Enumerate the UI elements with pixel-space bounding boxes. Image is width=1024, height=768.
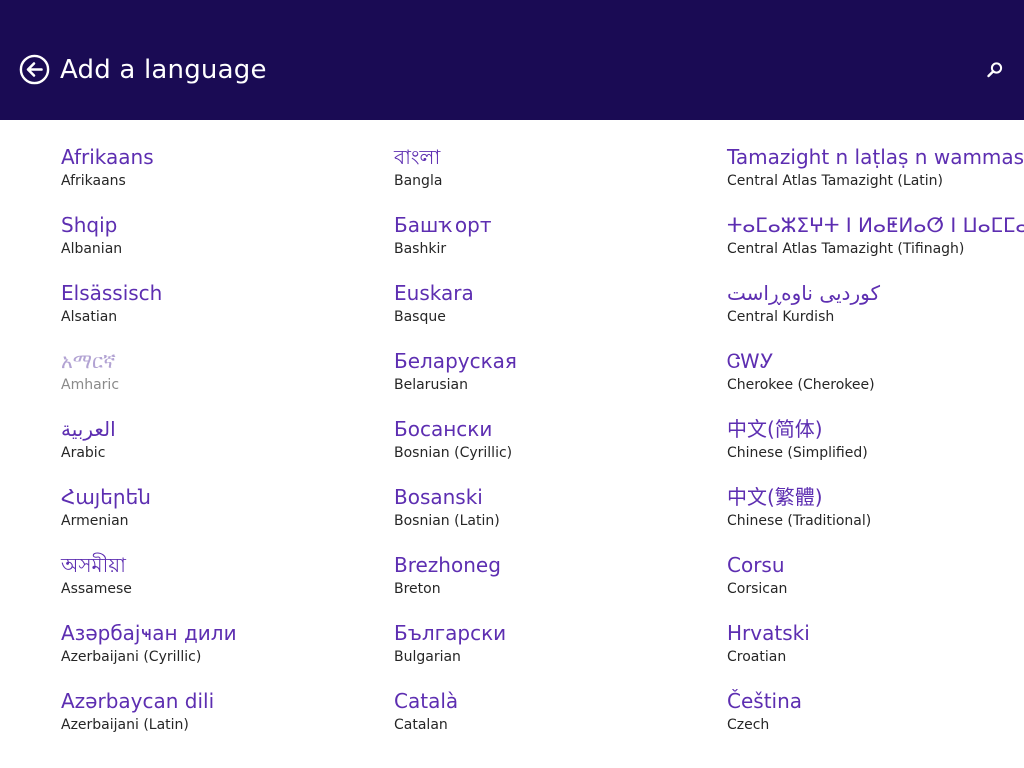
language-native-name: Български (394, 621, 507, 645)
page-title: Add a language (60, 55, 267, 85)
back-arrow-icon (19, 54, 50, 85)
language-item[interactable]: Elsässisch Alsatian (61, 280, 381, 348)
language-item[interactable]: Hrvatski Croatian (727, 620, 1024, 688)
language-english-name: Bangla (394, 173, 443, 189)
language-item[interactable]: ᏣᎳᎩ Cherokee (Cherokee) (727, 348, 1024, 416)
language-item[interactable]: کوردیی ناوەڕاست Central Kurdish (727, 280, 1024, 348)
language-english-name: Afrikaans (61, 173, 126, 189)
language-english-name: Czech (727, 717, 770, 733)
language-english-name: Basque (394, 309, 446, 325)
language-native-name: Башҡорт (394, 213, 492, 237)
language-item[interactable]: Corsu Corsican (727, 552, 1024, 620)
language-native-name: Hrvatski (727, 621, 810, 645)
language-native-name: Euskara (394, 281, 474, 305)
language-native-name: Босански (394, 417, 493, 441)
language-item[interactable]: 中文(简体) Chinese (Simplified) (727, 416, 1024, 484)
language-english-name: Arabic (61, 445, 106, 461)
language-native-name: বাংলা (394, 145, 441, 169)
language-english-name: Bosnian (Cyrillic) (394, 445, 513, 461)
language-native-name: Беларуская (394, 349, 517, 373)
language-item[interactable]: Башҡорт Bashkir (394, 212, 714, 280)
language-english-name: Bulgarian (394, 649, 461, 665)
language-item[interactable]: Brezhoneg Breton (394, 552, 714, 620)
language-native-name: Català (394, 689, 459, 713)
language-column-1: Afrikaans Afrikaans Shqip Albanian Elsässisc… (61, 144, 381, 756)
language-item[interactable]: 中文(繁體) Chinese (Traditional) (727, 484, 1024, 552)
language-english-name: Albanian (61, 241, 123, 257)
language-item: አማርኛ Amharic (61, 348, 381, 416)
language-english-name: Belarusian (394, 377, 468, 393)
language-english-name: Chinese (Simplified) (727, 445, 868, 461)
language-english-name: Catalan (394, 717, 448, 733)
language-item[interactable]: Tamazight n laṭlaṣ n wammas Central Atlas… (727, 144, 1024, 212)
language-native-name: অসমীয়া (61, 553, 126, 577)
language-native-name: Tamazight n laṭlaṣ n wammas (727, 145, 1024, 169)
search-icon (987, 62, 1003, 78)
language-english-name: Central Kurdish (727, 309, 835, 325)
language-item[interactable]: Беларуская Belarusian (394, 348, 714, 416)
language-item[interactable]: অসমীয়া Assamese (61, 552, 381, 620)
language-item[interactable]: বাংলা Bangla (394, 144, 714, 212)
language-native-name: العربية (61, 417, 116, 441)
language-native-name: አማርኛ (61, 349, 116, 373)
language-english-name: Chinese (Traditional) (727, 513, 872, 529)
language-english-name: Central Atlas Tamazight (Tifinagh) (727, 241, 965, 257)
language-item[interactable]: العربية Arabic (61, 416, 381, 484)
language-item[interactable]: Shqip Albanian (61, 212, 381, 280)
language-item[interactable]: Азәрбајҹан дили Azerbaijani (Cyrillic) (61, 620, 381, 688)
language-english-name: Corsican (727, 581, 788, 597)
language-native-name: 中文(繁體) (727, 485, 823, 509)
language-column-3: Tamazight n laṭlaṣ n wammas Central Atlas… (727, 144, 1024, 756)
language-item[interactable]: Čeština Czech (727, 688, 1024, 756)
language-item[interactable]: Հայերեն Armenian (61, 484, 381, 552)
language-native-name: Shqip (61, 213, 118, 237)
language-native-name: Afrikaans (61, 145, 154, 169)
language-english-name: Breton (394, 581, 441, 597)
language-english-name: Amharic (61, 377, 120, 393)
language-item[interactable]: Български Bulgarian (394, 620, 714, 688)
language-native-name: Elsässisch (61, 281, 163, 305)
back-button[interactable] (19, 54, 50, 85)
language-native-name: ᏣᎳᎩ (727, 349, 774, 373)
search-button[interactable] (984, 59, 1006, 81)
language-english-name: Alsatian (61, 309, 118, 325)
language-item[interactable]: Azərbaycan dili Azerbaijani (Latin) (61, 688, 381, 756)
language-english-name: Armenian (61, 513, 129, 529)
language-english-name: Central Atlas Tamazight (Latin) (727, 173, 943, 189)
language-english-name: Azerbaijani (Cyrillic) (61, 649, 202, 665)
language-item[interactable]: Català Catalan (394, 688, 714, 756)
language-native-name: Azərbaycan dili (61, 689, 215, 713)
language-item[interactable]: Босански Bosnian (Cyrillic) (394, 416, 714, 484)
language-english-name: Azerbaijani (Latin) (61, 717, 189, 733)
language-native-name: Հայերեն (61, 485, 151, 509)
language-item[interactable]: Euskara Basque (394, 280, 714, 348)
language-native-name: Азәрбајҹан дили (61, 621, 237, 645)
language-native-name: Čeština (727, 689, 803, 713)
language-native-name: 中文(简体) (727, 417, 823, 441)
language-english-name: Croatian (727, 649, 787, 665)
language-english-name: Bosnian (Latin) (394, 513, 500, 529)
language-item[interactable]: ⵜⴰⵎⴰⵣⵉⵖⵜ ⵏ ⵍⴰⵟⵍⴰⵚ ⵏ ⵡⴰⵎⵎⴰⵙ Central Atlas … (727, 212, 1024, 280)
language-native-name: کوردیی ناوەڕاست (727, 281, 880, 305)
app-header: Add a language (0, 0, 1024, 120)
language-list: Afrikaans Afrikaans Shqip Albanian Elsässisc… (0, 120, 1024, 768)
language-native-name: ⵜⴰⵎⴰⵣⵉⵖⵜ ⵏ ⵍⴰⵟⵍⴰⵚ ⵏ ⵡⴰⵎⵎⴰⵙ (727, 213, 1024, 237)
language-english-name: Cherokee (Cherokee) (727, 377, 875, 393)
language-english-name: Assamese (61, 581, 132, 597)
language-column-2: বাংলা Bangla Башҡорт Bashkir Euskara Basque Бе… (394, 144, 714, 756)
language-english-name: Bashkir (394, 241, 447, 257)
language-native-name: Corsu (727, 553, 785, 577)
language-native-name: Bosanski (394, 485, 483, 509)
language-native-name: Brezhoneg (394, 553, 501, 577)
language-item[interactable]: Afrikaans Afrikaans (61, 144, 381, 212)
language-item[interactable]: Bosanski Bosnian (Latin) (394, 484, 714, 552)
